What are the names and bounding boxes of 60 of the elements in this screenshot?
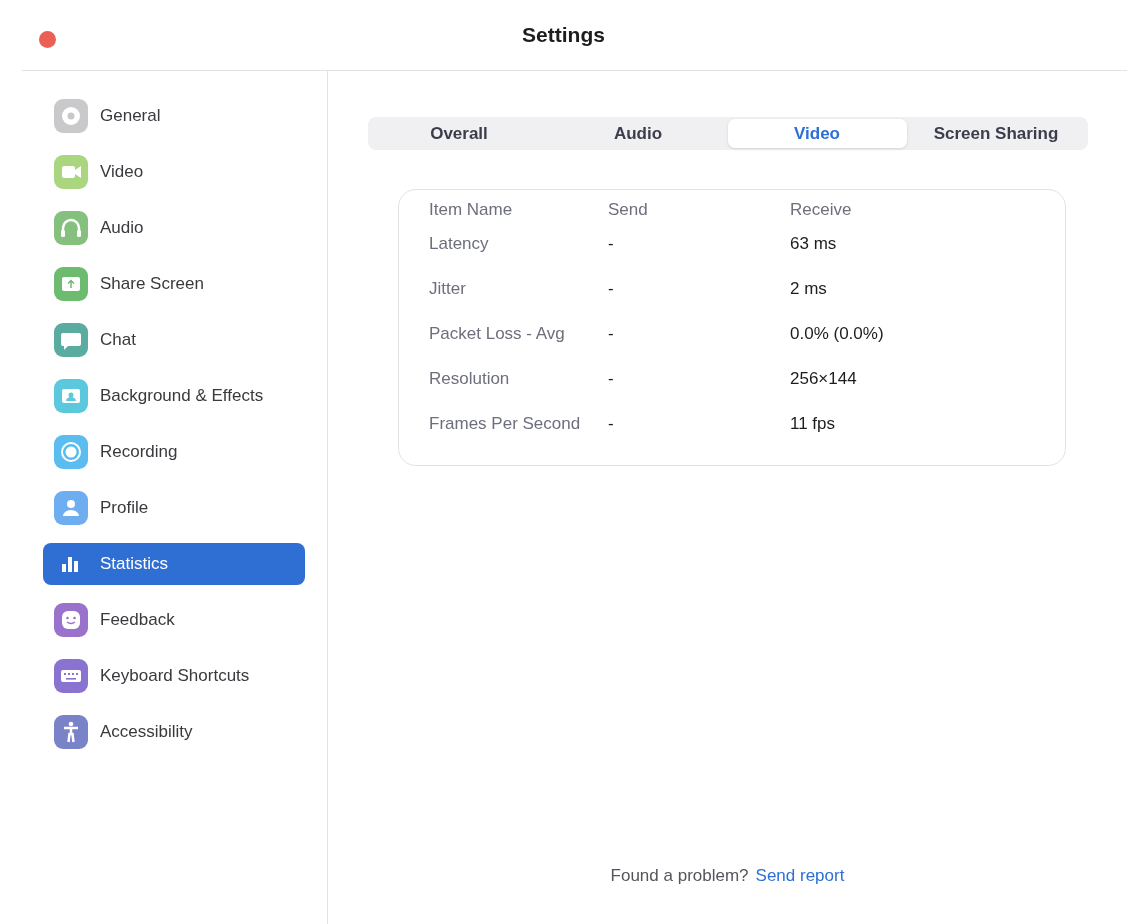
smile-icon xyxy=(54,603,88,637)
table-cell-text: Latency xyxy=(429,233,490,254)
tab[interactable]: Audio xyxy=(548,119,728,148)
table-cell-text: Resolution xyxy=(429,368,511,389)
sidebar-label: Background & Effects xyxy=(100,386,264,406)
sidebar-label: Profile xyxy=(100,498,149,518)
table-cell-text: - xyxy=(608,233,615,254)
share-icon xyxy=(54,267,88,301)
table-cell-text: 2 ms xyxy=(790,278,828,299)
sidebar-label: Video xyxy=(100,162,144,182)
sidebar-label: Feedback xyxy=(100,610,175,630)
headphones-icon xyxy=(54,211,88,245)
table-cell-text: - xyxy=(608,323,615,344)
accessibility-icon xyxy=(54,715,88,749)
column-header: Receive xyxy=(790,200,853,220)
record-icon xyxy=(54,435,88,469)
camera-icon xyxy=(54,155,88,189)
sidebar-label: Statistics xyxy=(100,554,169,574)
sidebar-item[interactable]: Accessibility xyxy=(43,711,305,753)
person-frame-icon xyxy=(54,379,88,413)
sidebar-item[interactable]: Feedback xyxy=(43,599,305,641)
person-icon xyxy=(54,491,88,525)
keyboard-icon xyxy=(54,659,88,693)
sidebar-item[interactable]: Audio xyxy=(43,207,305,249)
sidebar-label: Audio xyxy=(100,218,144,238)
sidebar-label: Recording xyxy=(100,442,178,462)
send-report-link[interactable]: Send report xyxy=(755,866,845,886)
table-cell-text: Packet Loss - Avg xyxy=(429,323,566,344)
chat-icon xyxy=(54,323,88,357)
table-cell-text: Frames Per Second xyxy=(429,413,582,434)
table-cell-text: - xyxy=(608,278,615,299)
sidebar-label: Accessibility xyxy=(100,722,193,742)
sidebar-label: Share Screen xyxy=(100,274,204,294)
sidebar-item[interactable]: Statistics xyxy=(43,543,305,585)
table-cell-text: 63 ms xyxy=(790,233,838,254)
table-cell-text: 11 fps xyxy=(790,413,837,434)
column-header: Send xyxy=(608,200,649,220)
footer-text: Found a problem? xyxy=(610,866,749,886)
sidebar-item[interactable]: Background & Effects xyxy=(43,375,305,417)
sidebar-item[interactable]: Chat xyxy=(43,319,305,361)
sidebar-item[interactable]: Video xyxy=(43,151,305,193)
sidebar-item[interactable]: Keyboard Shortcuts xyxy=(43,655,305,697)
sidebar-label: General xyxy=(100,106,161,126)
sidebar-item[interactable]: Share Screen xyxy=(43,263,305,305)
column-header: Item Name xyxy=(429,200,514,220)
table-cell-text: 256×144 xyxy=(790,368,858,389)
sidebar-item[interactable]: Recording xyxy=(43,431,305,473)
sidebar-item[interactable]: Profile xyxy=(43,487,305,529)
table-cell-text: - xyxy=(608,368,615,389)
tab[interactable]: Screen Sharing xyxy=(906,119,1086,148)
table-cell-text: Jitter xyxy=(429,278,467,299)
table-cell-text: 0.0% (0.0%) xyxy=(790,323,885,344)
sidebar-item[interactable]: General xyxy=(43,95,305,137)
tab[interactable]: Overall xyxy=(369,119,549,148)
sidebar-label: Chat xyxy=(100,330,136,350)
close-dot[interactable] xyxy=(39,31,56,48)
sidebar-label: Keyboard Shortcuts xyxy=(100,666,250,686)
window-title: Settings xyxy=(522,23,605,47)
table-cell-text: - xyxy=(608,413,615,434)
tab[interactable]: Video xyxy=(727,119,907,148)
